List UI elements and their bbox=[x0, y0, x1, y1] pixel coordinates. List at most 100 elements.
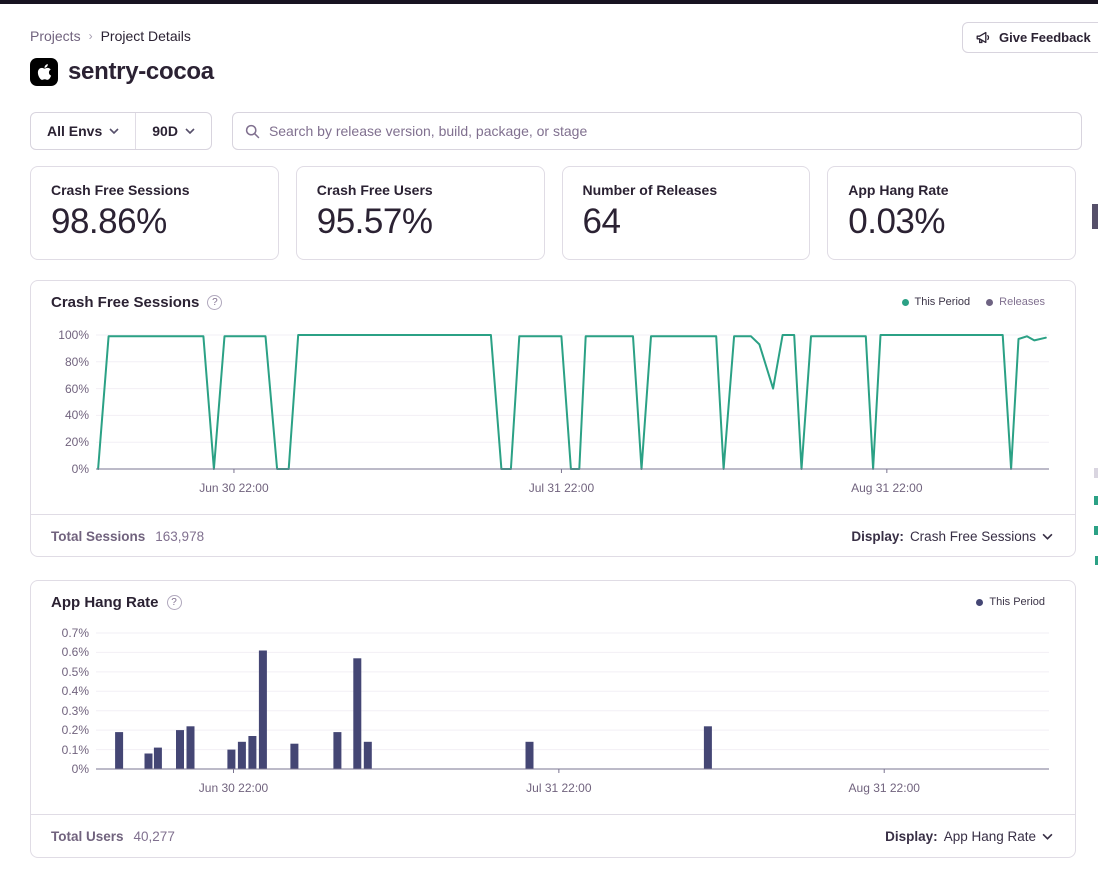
give-feedback-button[interactable]: Give Feedback bbox=[962, 22, 1098, 53]
project-title-row: sentry-cocoa bbox=[30, 58, 214, 86]
x-axis-label: Aug 31 22:00 bbox=[829, 781, 939, 795]
total-label: Total Sessions bbox=[51, 529, 145, 544]
display-value: Crash Free Sessions bbox=[910, 529, 1036, 544]
bar bbox=[145, 754, 153, 770]
bar bbox=[290, 744, 298, 769]
chart-footer: Total Users 40,277 Display: App Hang Rat… bbox=[31, 814, 1075, 858]
legend-item-releases[interactable]: Releases bbox=[986, 296, 1045, 308]
total-label: Total Users bbox=[51, 829, 124, 844]
clipped-content-fragment bbox=[1094, 526, 1098, 535]
display-selector[interactable]: Display: App Hang Rate bbox=[885, 829, 1053, 844]
stat-label: Crash Free Users bbox=[317, 182, 524, 198]
display-value: App Hang Rate bbox=[944, 829, 1036, 844]
clipped-content-fragment bbox=[1094, 468, 1098, 478]
legend-item-this-period[interactable]: This Period bbox=[902, 296, 971, 308]
legend-item-this-period[interactable]: This Period bbox=[976, 596, 1045, 608]
stat-card-app-hang-rate: App Hang Rate 0.03% bbox=[827, 166, 1076, 260]
y-axis-label: 80% bbox=[47, 355, 89, 369]
stat-value: 64 bbox=[583, 202, 790, 242]
stat-label: Crash Free Sessions bbox=[51, 182, 258, 198]
bar bbox=[115, 732, 123, 769]
stat-card-crash-free-sessions: Crash Free Sessions 98.86% bbox=[30, 166, 279, 260]
y-axis-label: 60% bbox=[47, 382, 89, 396]
x-axis-label: Jun 30 22:00 bbox=[178, 781, 288, 795]
bar bbox=[526, 742, 534, 769]
display-selector[interactable]: Display: Crash Free Sessions bbox=[851, 529, 1053, 544]
chart-header: Crash Free Sessions ? bbox=[51, 294, 222, 311]
crash-free-sessions-chart-card: 100% 80% 60% 40% 20% 0% Jun 30 22:00 Jul 31 22:… bbox=[30, 280, 1076, 557]
bar bbox=[353, 658, 361, 769]
chart-title: Crash Free Sessions bbox=[51, 294, 199, 311]
chart-legend: This Period Releases bbox=[902, 296, 1046, 308]
bar bbox=[259, 651, 267, 770]
stats-row: Crash Free Sessions 98.86% Crash Free Us… bbox=[30, 166, 1076, 260]
legend-dot-icon bbox=[902, 299, 909, 306]
help-icon[interactable]: ? bbox=[167, 595, 182, 610]
chevron-down-icon bbox=[1042, 833, 1053, 840]
date-range-selector-label: 90D bbox=[152, 123, 178, 139]
bar bbox=[154, 748, 162, 769]
y-axis-label: 0.7% bbox=[47, 626, 89, 640]
breadcrumb-separator-icon: › bbox=[89, 29, 93, 43]
y-axis-label: 0.3% bbox=[47, 704, 89, 718]
environment-selector[interactable]: All Envs bbox=[31, 113, 135, 149]
total-value: 163,978 bbox=[155, 529, 204, 544]
date-range-selector[interactable]: 90D bbox=[136, 113, 211, 149]
bar bbox=[333, 732, 341, 769]
y-axis-label: 0% bbox=[47, 462, 89, 476]
total-value: 40,277 bbox=[134, 829, 175, 844]
breadcrumb: Projects › Project Details bbox=[30, 28, 191, 44]
chart-footer: Total Sessions 163,978 Display: Crash Fr… bbox=[31, 514, 1075, 558]
chart-total: Total Sessions 163,978 bbox=[51, 529, 204, 544]
y-axis-label: 20% bbox=[47, 435, 89, 449]
stat-label: App Hang Rate bbox=[848, 182, 1055, 198]
chevron-down-icon bbox=[1042, 533, 1053, 540]
give-feedback-label: Give Feedback bbox=[999, 30, 1091, 45]
display-label: Display: bbox=[885, 829, 938, 844]
y-axis-label: 0.1% bbox=[47, 743, 89, 757]
search-icon bbox=[245, 124, 260, 139]
release-search-box bbox=[232, 112, 1082, 150]
y-axis-label: 40% bbox=[47, 408, 89, 422]
clipped-content-fragment bbox=[1094, 496, 1098, 505]
bar bbox=[238, 742, 246, 769]
stat-value: 98.86% bbox=[51, 202, 258, 242]
filter-bar: All Envs 90D bbox=[30, 112, 1082, 150]
top-border-bar bbox=[0, 0, 1098, 4]
chevron-down-icon bbox=[109, 128, 119, 134]
page-title: sentry-cocoa bbox=[68, 58, 214, 86]
clipped-content-fragment bbox=[1092, 204, 1098, 229]
y-axis-label: 0.5% bbox=[47, 665, 89, 679]
chevron-down-icon bbox=[185, 128, 195, 134]
stat-card-crash-free-users: Crash Free Users 95.57% bbox=[296, 166, 545, 260]
app-hang-rate-chart-card: 0.7% 0.6% 0.5% 0.4% 0.3% 0.2% 0.1% 0% Jun 30 22:… bbox=[30, 580, 1076, 858]
environment-selector-label: All Envs bbox=[47, 123, 102, 139]
bar bbox=[176, 730, 184, 769]
x-axis-label: Jun 30 22:00 bbox=[179, 481, 289, 495]
chart-header: App Hang Rate ? bbox=[51, 594, 182, 611]
release-search-input[interactable] bbox=[269, 123, 1069, 139]
line-series bbox=[98, 335, 1046, 469]
legend-label: This Period bbox=[989, 596, 1045, 608]
megaphone-icon bbox=[975, 30, 991, 46]
bar bbox=[364, 742, 372, 769]
bar bbox=[187, 726, 195, 769]
y-axis-label: 0.2% bbox=[47, 723, 89, 737]
bar bbox=[227, 750, 235, 769]
help-icon[interactable]: ? bbox=[207, 295, 222, 310]
x-axis-label: Jul 31 22:00 bbox=[506, 481, 616, 495]
breadcrumb-projects-link[interactable]: Projects bbox=[30, 28, 81, 44]
stat-card-number-of-releases: Number of Releases 64 bbox=[562, 166, 811, 260]
y-axis-label: 0% bbox=[47, 762, 89, 776]
legend-label: Releases bbox=[999, 296, 1045, 308]
y-axis-label: 0.6% bbox=[47, 645, 89, 659]
x-axis-label: Jul 31 22:00 bbox=[504, 781, 614, 795]
display-label: Display: bbox=[851, 529, 904, 544]
bar bbox=[704, 726, 712, 769]
chart-total: Total Users 40,277 bbox=[51, 829, 175, 844]
legend-label: This Period bbox=[915, 296, 971, 308]
y-axis-label: 100% bbox=[47, 328, 89, 342]
y-axis-label: 0.4% bbox=[47, 684, 89, 698]
x-axis-label: Aug 31 22:00 bbox=[832, 481, 942, 495]
breadcrumb-current[interactable]: Project Details bbox=[101, 28, 191, 44]
